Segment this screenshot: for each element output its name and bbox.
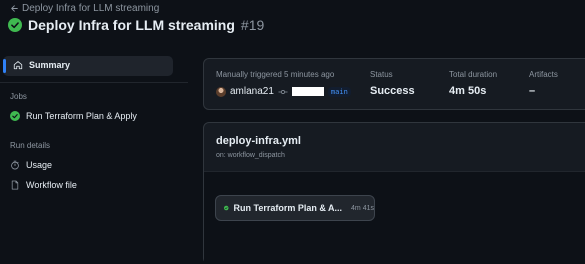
commit-icon [278, 89, 288, 94]
status-value: Success [370, 85, 415, 97]
back-link-label: Deploy Infra for LLM streaming [22, 3, 160, 14]
workflow-file-name: deploy-infra.yml [216, 135, 301, 147]
arrow-left-icon [11, 5, 18, 12]
sidebar-item-job[interactable]: Run Terraform Plan & Apply [10, 111, 137, 121]
branch-label[interactable]: main [327, 86, 351, 97]
job-node-duration: 4m 41s [351, 204, 374, 212]
artifacts-value: – [529, 85, 536, 97]
sidebar-item-label: Summary [29, 60, 71, 70]
trigger-text: Manually triggered 5 minutes ago [216, 70, 335, 79]
sidebar-item-usage[interactable]: Usage [10, 160, 52, 170]
page-title: Deploy Infra for LLM streaming #19 [8, 17, 264, 33]
jobs-section-label: Jobs [10, 92, 27, 101]
file-icon [11, 180, 19, 190]
back-to-workflow-link[interactable]: Deploy Infra for LLM streaming [10, 3, 159, 14]
sidebar-divider [0, 82, 188, 83]
artifacts-label: Artifacts [529, 70, 558, 79]
duration-label: Total duration [449, 70, 498, 79]
workflow-graph-card: deploy-infra.yml on: workflow_dispatch [203, 122, 585, 264]
job-node-label: Run Terraform Plan & A... [233, 203, 343, 213]
active-indicator [3, 59, 6, 73]
redacted-commit [291, 87, 324, 96]
duration-value: 4m 50s [449, 85, 487, 97]
run-actor: amlana21 main [216, 86, 351, 97]
run-title: Deploy Infra for LLM streaming [28, 17, 235, 33]
home-icon [13, 61, 23, 70]
sidebar-item-summary[interactable]: Summary [3, 56, 173, 76]
status-label: Status [370, 70, 393, 79]
stopwatch-icon [11, 160, 19, 170]
avatar [216, 86, 226, 97]
sidebar-item-workflow-file[interactable]: Workflow file [10, 180, 77, 190]
sidebar-item-label: Run Terraform Plan & Apply [26, 111, 137, 121]
actor-name[interactable]: amlana21 [230, 86, 274, 97]
sidebar-item-label: Workflow file [26, 180, 77, 190]
success-check-icon [10, 111, 20, 121]
success-check-icon [224, 205, 229, 211]
run-number: #19 [240, 17, 265, 33]
workflow-trigger: on: workflow_dispatch [216, 152, 285, 159]
job-node[interactable]: Run Terraform Plan & A... 4m 41s [215, 195, 375, 221]
sidebar-item-label: Usage [26, 160, 53, 170]
run-summary-card: Manually triggered 5 minutes ago amlana2… [203, 58, 585, 110]
run-details-section-label: Run details [10, 141, 51, 150]
success-check-icon [8, 18, 22, 32]
